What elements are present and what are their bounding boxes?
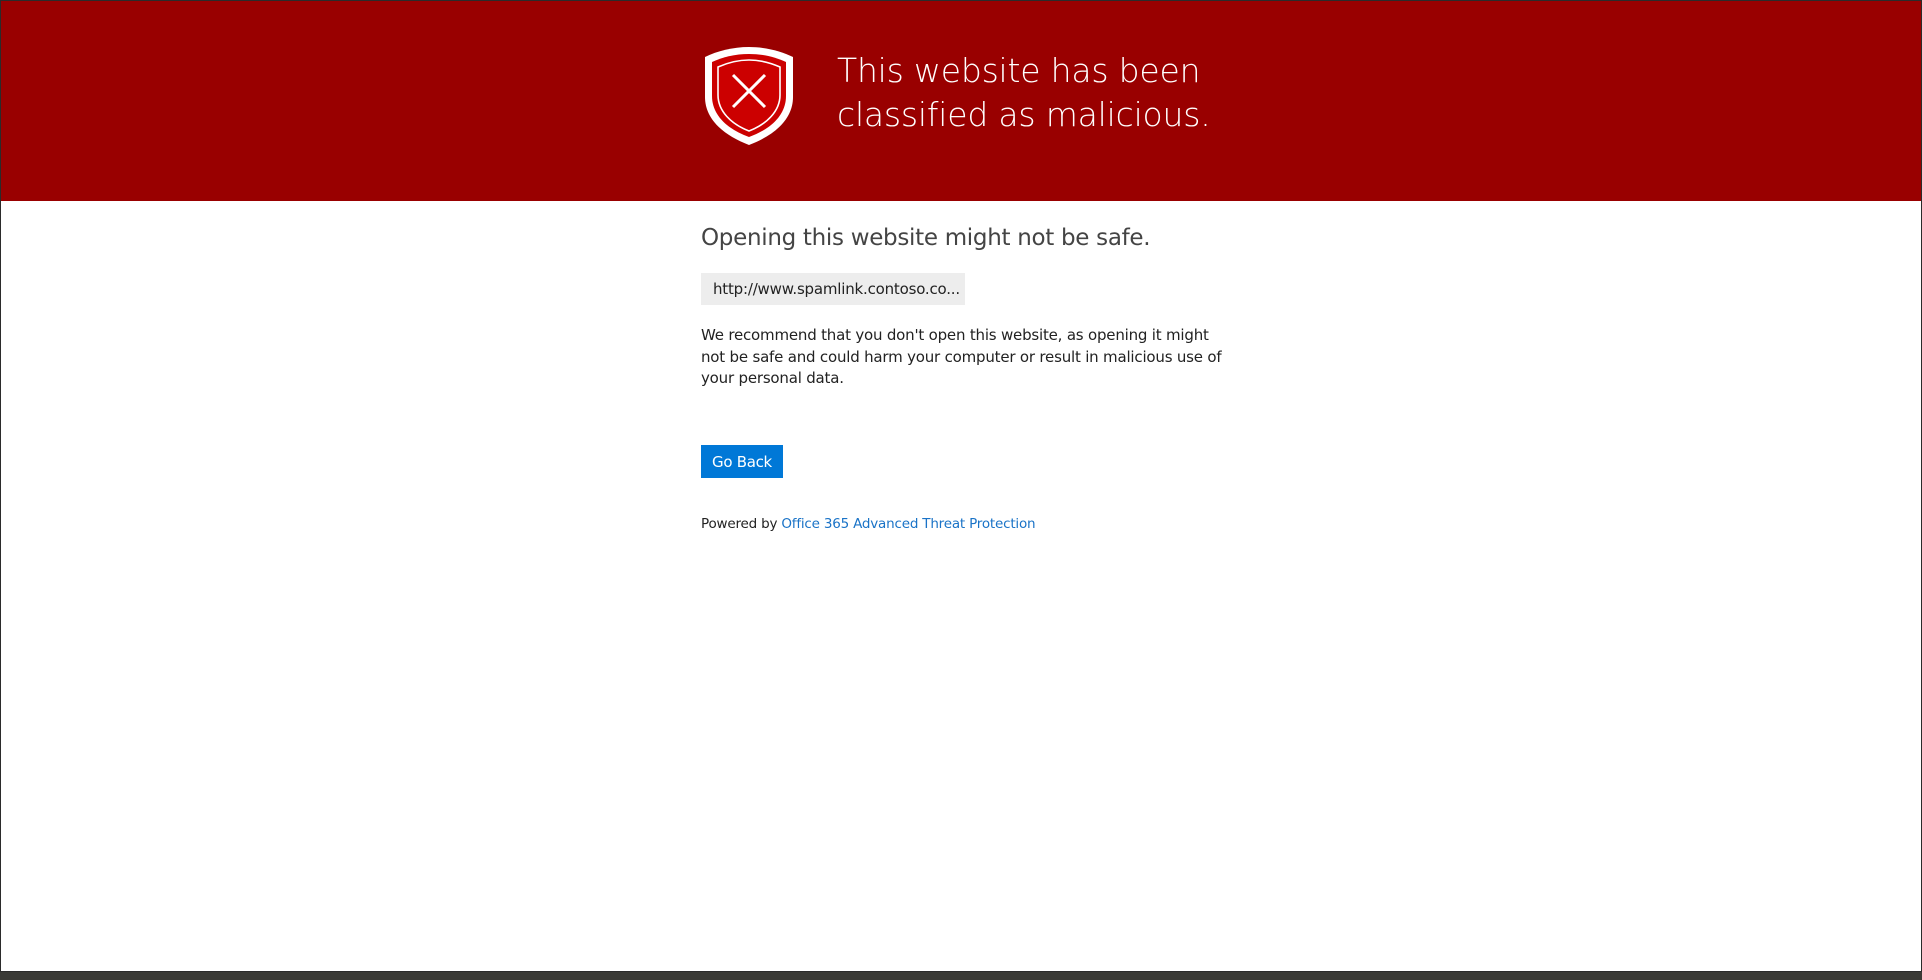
shield-x-icon bbox=[705, 47, 793, 145]
banner-title: This website has been classified as mali… bbox=[837, 49, 1357, 137]
warning-subtitle: Opening this website might not be safe. bbox=[701, 225, 1151, 251]
atp-link[interactable]: Office 365 Advanced Threat Protection bbox=[781, 516, 1035, 532]
warning-message: We recommend that you don't open this we… bbox=[701, 326, 1222, 387]
browser-page: This website has been classified as mali… bbox=[0, 0, 1922, 972]
powered-by-text: Powered by bbox=[701, 516, 778, 532]
go-back-button[interactable]: Go Back bbox=[701, 445, 783, 478]
blocked-url: http://www.spamlink.contoso.co... bbox=[701, 273, 965, 305]
window-bottom-edge bbox=[0, 972, 1922, 980]
powered-by: Powered by Office 365 Advanced Threat Pr… bbox=[701, 515, 1036, 533]
warning-banner: This website has been classified as mali… bbox=[1, 1, 1921, 201]
banner-title-line-1: This website has been bbox=[837, 51, 1201, 90]
banner-title-line-2: classified as malicious. bbox=[837, 95, 1211, 134]
